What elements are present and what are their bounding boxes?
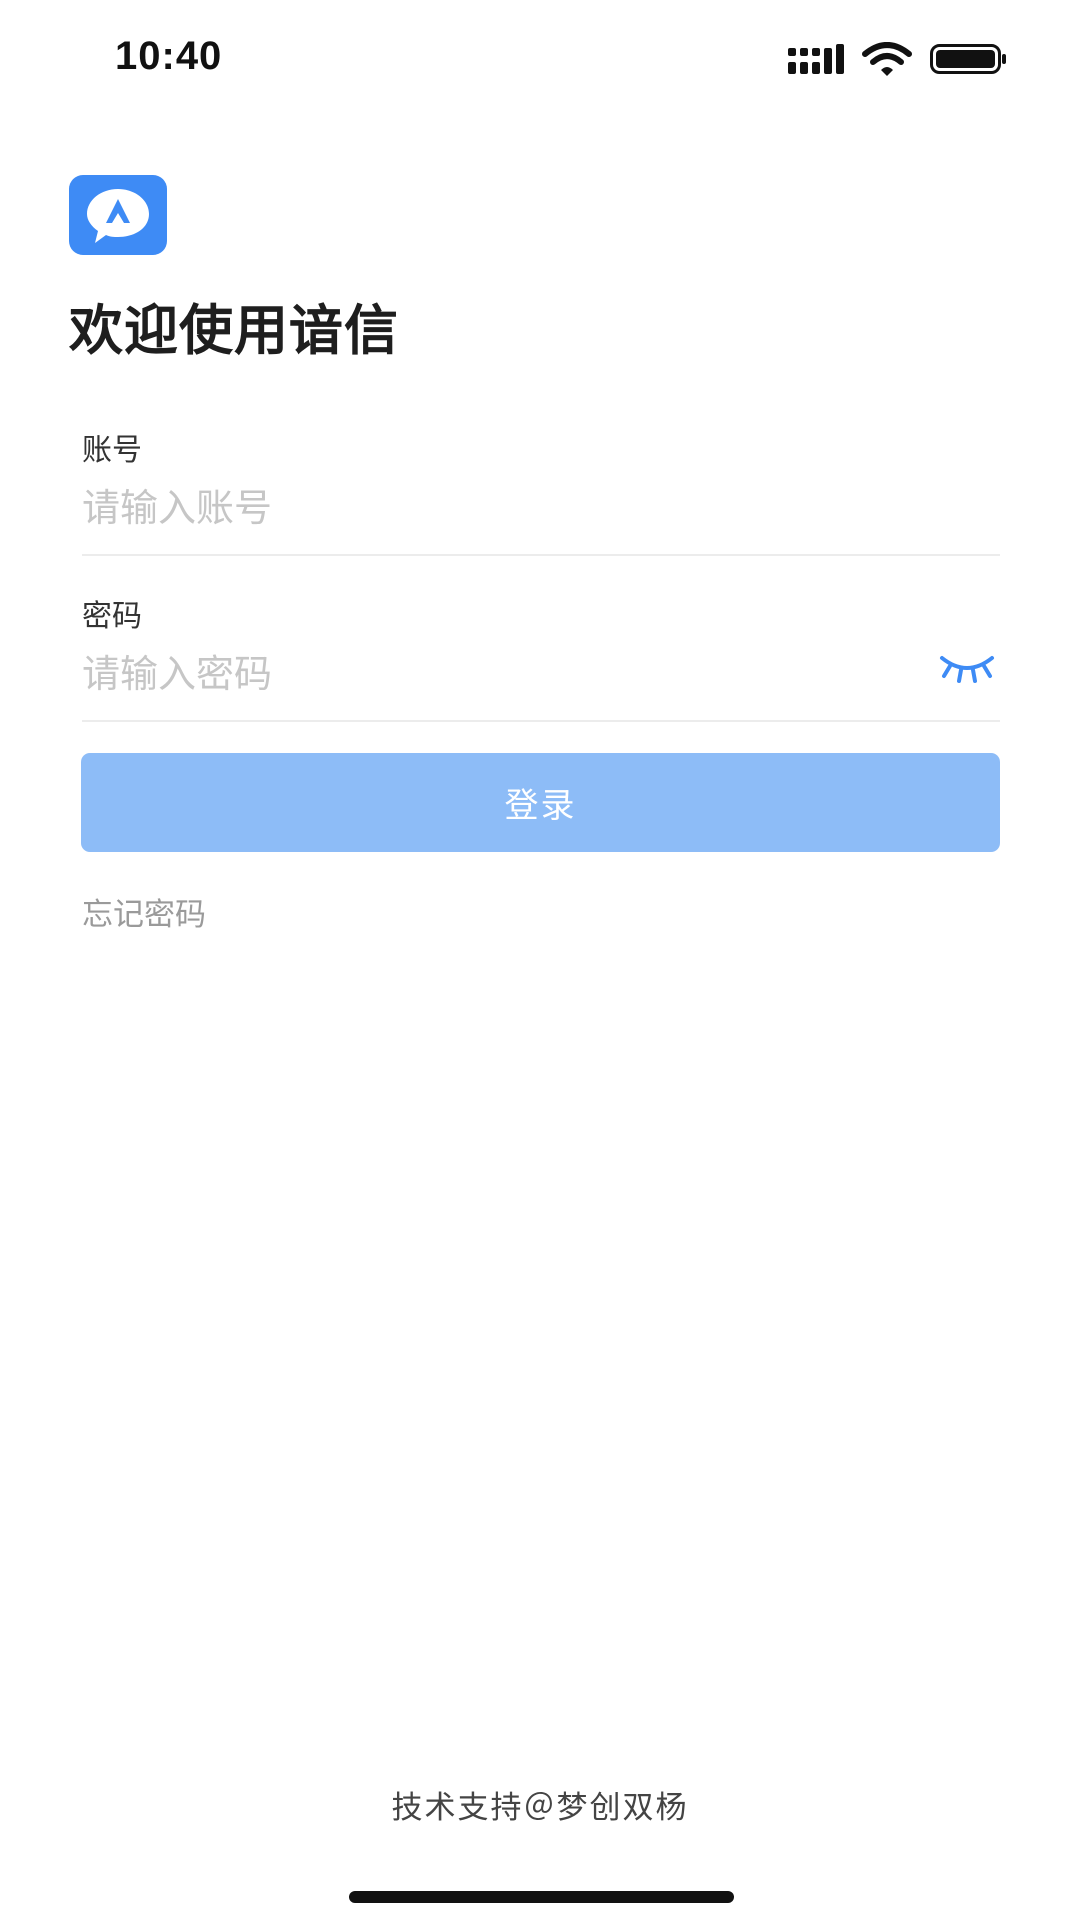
- forgot-password-link[interactable]: 忘记密码: [82, 889, 206, 934]
- password-label: 密码: [82, 599, 142, 634]
- status-time: 10:40: [115, 34, 223, 78]
- password-divider: [82, 720, 1000, 722]
- login-screen: 10:40 欢迎使用谙信 账号 请输入账号 密码 登录 忘记密码 技术支持＠梦创…: [0, 0, 1080, 1920]
- footer-credit: 技术支持＠梦创双杨: [391, 1790, 689, 1826]
- welcome-title: 欢迎使用谙信: [69, 299, 399, 362]
- home-indicator[interactable]: [349, 1891, 734, 1903]
- account-label: 账号: [82, 433, 142, 468]
- wifi-icon: [862, 42, 912, 76]
- signal-icon: [788, 44, 844, 74]
- app-logo-icon: [69, 175, 167, 255]
- status-bar: 10:40: [0, 0, 1080, 118]
- password-input[interactable]: [82, 644, 922, 704]
- account-divider: [82, 554, 1000, 556]
- login-button[interactable]: 登录: [81, 753, 1000, 852]
- battery-icon: [930, 44, 1006, 74]
- account-input[interactable]: [82, 478, 942, 538]
- eye-closed-icon[interactable]: [938, 652, 996, 684]
